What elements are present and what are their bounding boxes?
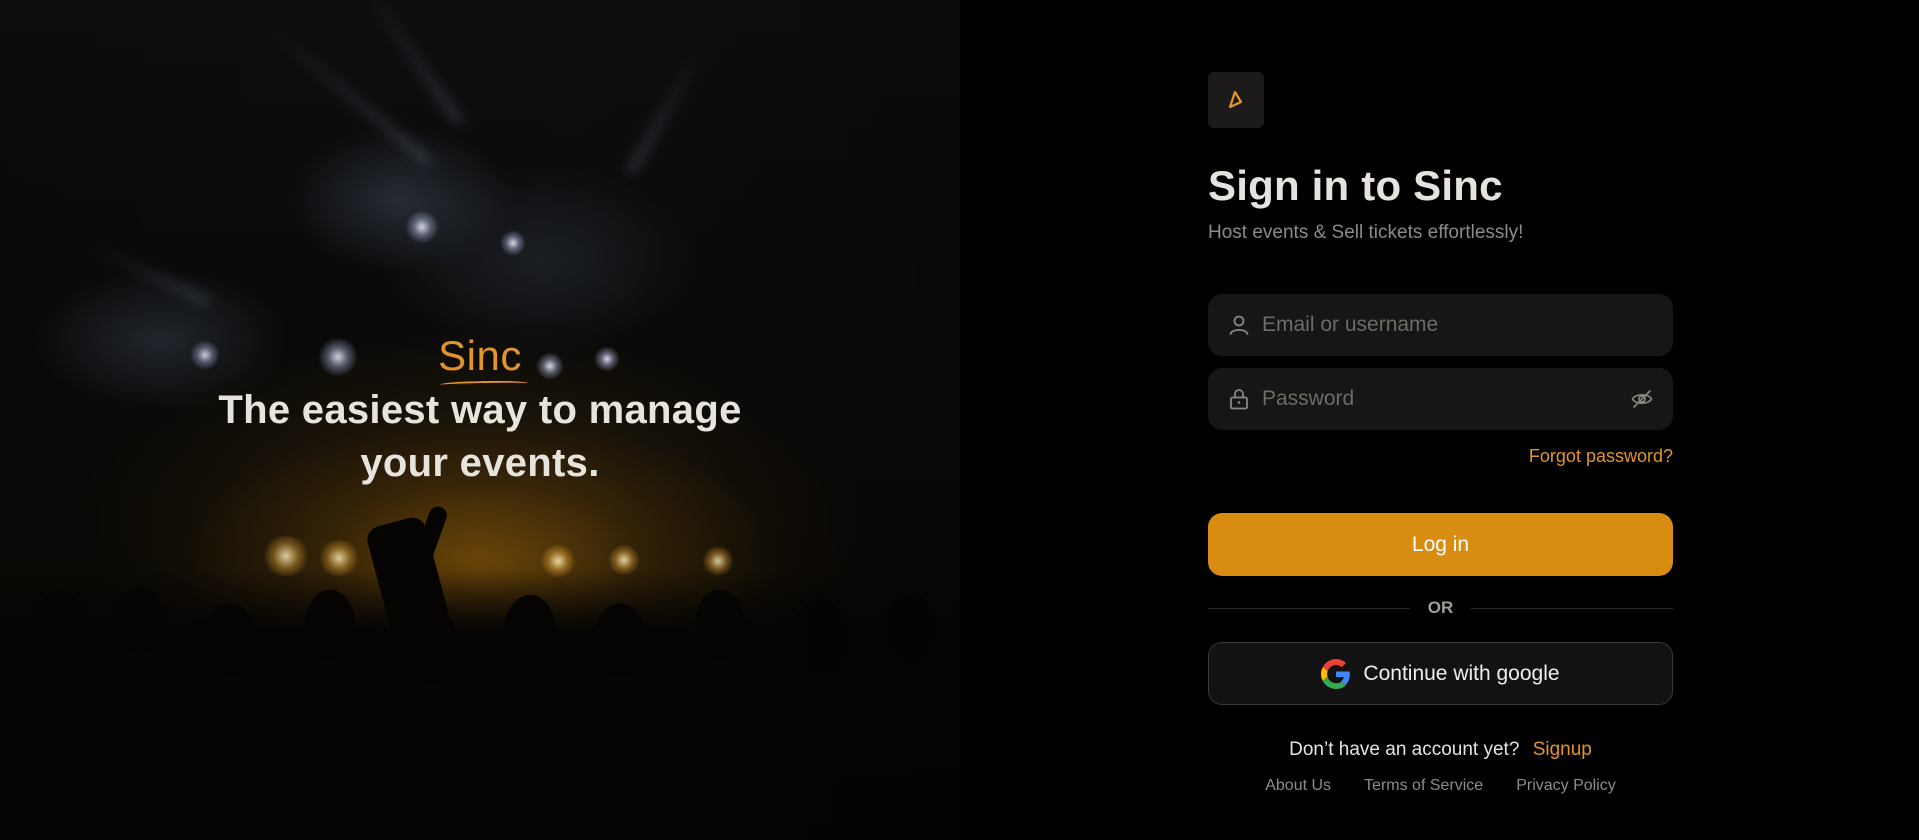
- signin-form: Sign in to Sinc Host events & Sell ticke…: [1208, 72, 1673, 795]
- signup-prompt: Don’t have an account yet?: [1289, 739, 1520, 760]
- footer-links: About Us Terms of Service Privacy Policy: [1208, 777, 1673, 795]
- email-input[interactable]: [1262, 313, 1655, 337]
- password-input[interactable]: [1262, 387, 1629, 411]
- login-page: Sinc The easiest way to manage your even…: [0, 0, 1919, 840]
- forgot-password-link[interactable]: Forgot password?: [1529, 446, 1673, 466]
- app-logo: [1208, 72, 1264, 128]
- privacy-policy-link[interactable]: Privacy Policy: [1516, 777, 1616, 795]
- eye-off-icon[interactable]: [1629, 386, 1655, 412]
- hero-tagline: The easiest way to manage your events.: [0, 384, 960, 490]
- terms-of-service-link[interactable]: Terms of Service: [1364, 777, 1483, 795]
- or-divider: OR: [1208, 598, 1673, 618]
- about-us-link[interactable]: About Us: [1265, 777, 1331, 795]
- signup-row: Don’t have an account yet? Signup: [1208, 739, 1673, 761]
- google-signin-button[interactable]: Continue with google: [1208, 642, 1673, 705]
- user-icon: [1226, 312, 1252, 338]
- google-button-label: Continue with google: [1363, 661, 1560, 685]
- hero-panel: Sinc The easiest way to manage your even…: [0, 0, 960, 840]
- forgot-password-row: Forgot password?: [1208, 446, 1673, 467]
- lock-icon: [1226, 386, 1252, 412]
- hero-headline: Sinc The easiest way to manage your even…: [0, 330, 960, 490]
- page-subtitle: Host events & Sell tickets effortlessly!: [1208, 222, 1524, 243]
- email-field[interactable]: [1208, 294, 1673, 356]
- divider-line: [1471, 607, 1673, 609]
- login-button[interactable]: Log in: [1208, 513, 1673, 576]
- password-field[interactable]: [1208, 368, 1673, 430]
- hero-brand: Sinc: [438, 330, 528, 385]
- sinc-logo-icon: [1228, 90, 1243, 109]
- google-icon: [1321, 658, 1351, 689]
- signup-link[interactable]: Signup: [1533, 739, 1592, 760]
- hero-brand-text: Sinc: [438, 332, 522, 379]
- page-title: Sign in to Sinc: [1208, 162, 1503, 209]
- or-label: OR: [1427, 598, 1454, 617]
- hero-tagline-text: The easiest way to manage your events.: [218, 388, 742, 485]
- signin-panel: Sign in to Sinc Host events & Sell ticke…: [960, 0, 1919, 840]
- divider-line: [1208, 607, 1410, 609]
